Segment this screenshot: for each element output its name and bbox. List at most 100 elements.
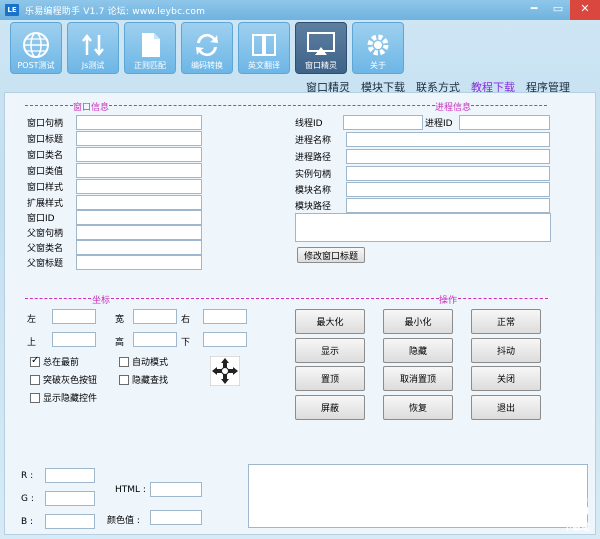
module-name-field[interactable] [346, 182, 550, 197]
parent-handle-field[interactable] [76, 225, 202, 240]
minimize-window-button[interactable]: 最小化 [383, 309, 453, 334]
tool-encoding[interactable]: 编码转换 [181, 22, 233, 74]
divider [25, 105, 73, 106]
show-hidden-controls-checkbox[interactable]: 显示隐藏控件 [30, 391, 97, 404]
field-label: 父窗类名 [27, 244, 64, 254]
checkbox-box [119, 374, 129, 385]
b-label: B : [21, 517, 34, 527]
break-gray-button-checkbox[interactable]: 突破灰色按钮 [30, 373, 97, 386]
tool-regex[interactable]: 正则匹配 [124, 22, 176, 74]
module-path-field[interactable] [346, 198, 550, 213]
bottom-field[interactable] [203, 332, 247, 347]
maximize-window-button[interactable]: 最大化 [295, 309, 365, 334]
tool-translate[interactable]: 英文翻译 [238, 22, 290, 74]
r-label: R : [21, 471, 34, 481]
hide-window-button[interactable]: 隐藏 [383, 338, 453, 363]
always-on-top-checkbox[interactable]: 总在最前 [30, 355, 79, 368]
field-label: 窗口标题 [27, 135, 64, 145]
g-field[interactable] [45, 491, 95, 506]
tool-js-test[interactable]: Js测试 [67, 22, 119, 74]
close-window-button[interactable]: 关闭 [471, 366, 541, 391]
left-label: 左 [27, 315, 37, 325]
divider [111, 298, 439, 299]
checkbox-label: 总在最前 [43, 358, 80, 368]
window-class-field[interactable] [76, 147, 202, 162]
field-label: 实例句柄 [295, 170, 332, 180]
process-id-label: 进程ID [425, 119, 453, 129]
auto-mode-checkbox[interactable]: 自动模式 [119, 355, 168, 368]
thread-id-label: 线程ID [295, 119, 323, 129]
top-field[interactable] [52, 332, 96, 347]
process-id-field[interactable] [459, 115, 550, 130]
divider [109, 105, 435, 106]
crosshair-finder-icon[interactable] [210, 356, 240, 386]
cancel-topmost-button[interactable]: 取消置顶 [383, 366, 453, 391]
arrows-icon [82, 33, 104, 57]
process-name-field[interactable] [346, 132, 550, 147]
field-label: 窗口样式 [27, 183, 64, 193]
title-bar: LE 乐易编程助手 V1.7 论坛: www.leybc.com ━ ▭ ✕ [0, 0, 600, 20]
thread-id-field[interactable] [343, 115, 423, 130]
parent-title-field[interactable] [76, 255, 202, 270]
maximize-button[interactable]: ▭ [546, 0, 570, 20]
tool-post-test[interactable]: POST测试 [10, 22, 62, 74]
color-value-label: 颜色值 : [107, 516, 140, 526]
show-window-button[interactable]: 显示 [295, 338, 365, 363]
right-label: 右 [181, 315, 191, 325]
field-label: 模块路径 [295, 202, 332, 212]
minimize-button[interactable]: ━ [522, 0, 546, 20]
window-handle-field[interactable] [76, 115, 202, 130]
html-label: HTML : [115, 485, 146, 495]
html-field[interactable] [150, 482, 202, 497]
g-label: G : [21, 494, 34, 504]
document-icon [142, 33, 160, 57]
window-title-field[interactable] [76, 131, 202, 146]
field-label: 进程名称 [295, 136, 332, 146]
refresh-icon [196, 33, 218, 57]
process-info-title: 进程信息 [435, 103, 472, 113]
modify-title-button[interactable]: 修改窗口标题 [297, 247, 365, 263]
r-field[interactable] [45, 468, 95, 483]
toolbar: POST测试 Js测试 正则匹配 编码转换 英文翻译 窗口精灵 关于 [10, 22, 409, 74]
book-icon [252, 34, 276, 56]
title-edit-area[interactable] [295, 213, 551, 242]
tool-label: 正则匹配 [134, 61, 166, 70]
checkbox-box [30, 392, 40, 403]
tool-label: 英文翻译 [248, 61, 280, 70]
shake-window-button[interactable]: 抖动 [471, 338, 541, 363]
parent-class-field[interactable] [76, 240, 202, 255]
width-label: 宽 [115, 315, 125, 325]
window-id-field[interactable] [76, 210, 202, 225]
gear-icon [367, 34, 389, 56]
tool-window-sprite[interactable]: 窗口精灵 [295, 22, 347, 74]
tool-about[interactable]: 关于 [352, 22, 404, 74]
close-button[interactable]: ✕ [570, 0, 600, 20]
watermark: pc6 下载站 [538, 494, 590, 533]
checkbox-box [30, 355, 40, 367]
main-panel: 窗口信息 进程信息 窗口句柄 窗口标题 窗口类名 窗口类值 窗口样式 扩展样式 … [4, 92, 596, 535]
hide-find-checkbox[interactable]: 隐藏查找 [119, 373, 168, 386]
exit-button[interactable]: 退出 [471, 395, 541, 420]
block-window-button[interactable]: 屏蔽 [295, 395, 365, 420]
restore-window-button[interactable]: 恢复 [383, 395, 453, 420]
top-label: 上 [27, 338, 37, 348]
process-path-field[interactable] [346, 149, 550, 164]
height-field[interactable] [133, 332, 177, 347]
normal-window-button[interactable]: 正常 [471, 309, 541, 334]
window-style-field[interactable] [76, 179, 202, 194]
tool-label: 编码转换 [191, 61, 223, 70]
field-label: 模块名称 [295, 186, 332, 196]
instance-handle-field[interactable] [346, 166, 550, 181]
color-value-field[interactable] [150, 510, 202, 525]
window-info-title: 窗口信息 [73, 103, 110, 113]
b-field[interactable] [45, 514, 95, 529]
checkbox-label: 突破灰色按钮 [43, 376, 98, 386]
topmost-button[interactable]: 置顶 [295, 366, 365, 391]
field-label: 进程路径 [295, 153, 332, 163]
right-field[interactable] [203, 309, 247, 324]
ext-style-field[interactable] [76, 195, 202, 210]
left-field[interactable] [52, 309, 96, 324]
globe-icon [23, 32, 49, 58]
window-class-value-field[interactable] [76, 163, 202, 178]
width-field[interactable] [133, 309, 177, 324]
